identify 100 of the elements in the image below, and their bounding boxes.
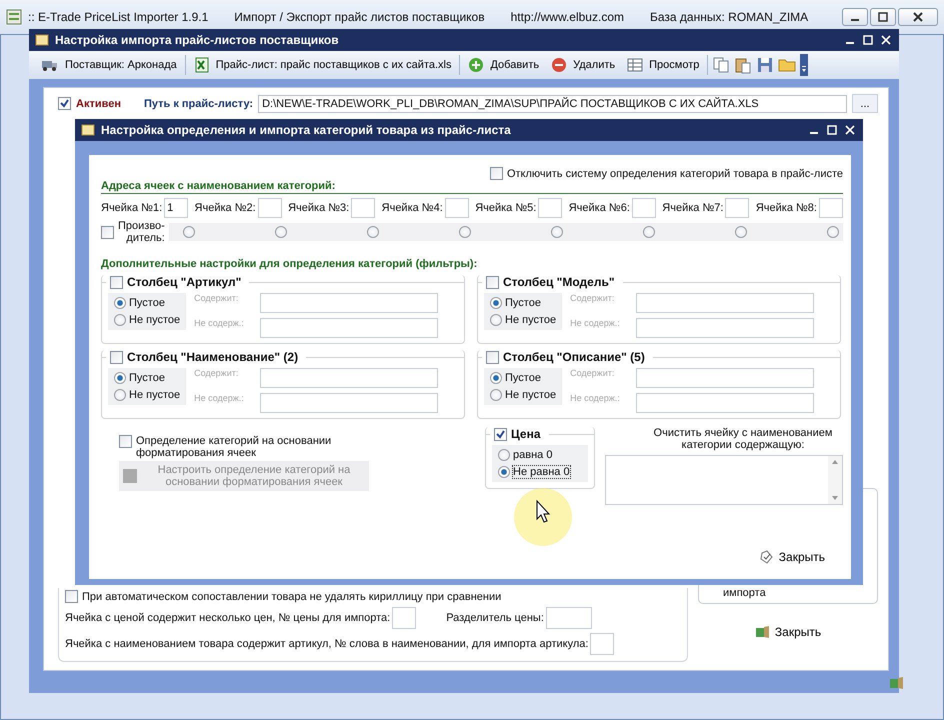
checkbox[interactable]	[110, 276, 123, 288]
input-field[interactable]	[636, 318, 814, 338]
overflow-icon[interactable]	[800, 54, 808, 76]
radio-button[interactable]	[114, 314, 126, 326]
input-field[interactable]	[392, 607, 416, 629]
radio-button[interactable]	[498, 449, 510, 461]
close-button[interactable]: Закрыть	[750, 622, 826, 642]
radio-button[interactable]	[490, 297, 502, 309]
input-field[interactable]	[636, 293, 814, 313]
field-label: Ячейка №2:	[194, 202, 256, 214]
section-heading: Адреса ячеек с наименованием категорий:	[101, 180, 843, 194]
scroll-up-icon[interactable]	[831, 459, 839, 465]
radio-button[interactable]	[550, 226, 563, 238]
radio-button[interactable]	[826, 226, 839, 238]
paste-icon[interactable]	[734, 56, 752, 74]
checkbox[interactable]	[494, 428, 507, 440]
toolbar-button[interactable]: Удалить	[547, 55, 620, 75]
checkbox-label: Произво- дитель:	[118, 220, 165, 244]
text-area[interactable]	[605, 455, 843, 505]
radio-label: Не пустое	[129, 314, 180, 326]
radio-button[interactable]	[734, 226, 747, 238]
toolbar-button[interactable]: Просмотр	[623, 55, 704, 75]
checkbox[interactable]	[110, 350, 123, 364]
field-label: Ячейка с ценой содержит несколько цен, № цены для импорта:	[65, 612, 390, 624]
input-field[interactable]	[725, 198, 750, 218]
toolbar-button[interactable]: Поставщик: Арконада	[37, 56, 181, 74]
close-icon[interactable]	[845, 125, 855, 135]
radio-button[interactable]	[490, 389, 502, 401]
maximize-icon	[878, 12, 888, 22]
option-text: импорта	[723, 587, 766, 599]
radio-button[interactable]	[366, 226, 379, 238]
radio-button[interactable]	[182, 226, 195, 238]
toolbar-button[interactable]: Добавить	[464, 55, 544, 75]
section-heading: Дополнительные настройки для определения категорий (фильтры):	[101, 258, 478, 271]
close-icon	[913, 12, 923, 22]
window-title: :: E-Trade PriceList Importer 1.9.1	[28, 10, 208, 24]
input-field[interactable]	[538, 198, 562, 218]
input-field[interactable]	[260, 393, 438, 413]
input-field[interactable]	[636, 368, 814, 388]
input-field[interactable]	[260, 293, 438, 313]
field-label: Ячейка №1:	[101, 202, 162, 214]
group-title: Столбец "Артикул"	[127, 275, 242, 289]
copy-icon[interactable]	[712, 56, 730, 74]
field-label: Ячейка №6:	[568, 202, 630, 214]
radio-button[interactable]	[114, 372, 126, 384]
minimize-icon	[851, 19, 859, 21]
radio-button[interactable]	[274, 226, 287, 238]
close-icon[interactable]	[881, 35, 891, 45]
checkbox[interactable]	[490, 167, 503, 180]
close-button[interactable]: Закрыть	[754, 547, 829, 567]
scroll-down-icon[interactable]	[831, 495, 839, 501]
input-field[interactable]	[632, 198, 656, 218]
input-field[interactable]	[258, 198, 282, 218]
checkbox[interactable]	[119, 435, 132, 448]
checkbox[interactable]	[58, 97, 71, 110]
toolbar-button[interactable]: Прайс-лист: прайс поставщиков с их сайта.xls	[190, 55, 456, 75]
radio-label: Не пустое	[505, 389, 556, 401]
input-field[interactable]	[636, 393, 814, 413]
input-field[interactable]	[590, 633, 614, 655]
radio-button[interactable]	[114, 389, 126, 401]
minimize-button[interactable]	[842, 8, 868, 26]
scrollbar[interactable]	[828, 456, 842, 504]
radio-button[interactable]	[458, 226, 471, 238]
input-field[interactable]	[444, 198, 469, 218]
browse-button[interactable]: ...	[852, 94, 878, 113]
group-title: Столбец "Наименование" (2)	[127, 350, 298, 364]
radio-button[interactable]	[490, 314, 502, 326]
cursor-highlight-drawing	[513, 487, 573, 547]
maximize-button[interactable]	[870, 8, 896, 26]
radio-button[interactable]	[490, 372, 502, 384]
checkbox[interactable]	[486, 276, 499, 288]
input-field[interactable]	[351, 198, 376, 218]
exit-icon	[754, 624, 771, 640]
field-label: Не содерж.:	[570, 393, 621, 403]
field-label: Не содерж.:	[194, 318, 245, 328]
input-field[interactable]	[260, 318, 438, 338]
radio-label: Не равна 0	[513, 466, 570, 478]
checkbox[interactable]	[65, 590, 78, 603]
path-field[interactable]: D:\NEW\E-TRADE\WORK_PLI_DB\ROMAN_ZIMA\SUP\ПРАЙС ПОСТАВЩИКОВ С ИХ САЙТА.XLS	[258, 94, 847, 112]
radio-button[interactable]	[114, 297, 126, 309]
checkbox[interactable]	[486, 350, 499, 364]
field-label: Содержит:	[570, 368, 616, 378]
tag-icon	[758, 549, 775, 565]
input-field[interactable]	[818, 198, 843, 218]
close-button[interactable]	[898, 8, 938, 26]
input-field[interactable]	[260, 368, 438, 388]
save-icon[interactable]	[756, 56, 774, 74]
checkbox-label: При автоматическом сопоставлении товара не удалять кириллицу при сравнении	[82, 590, 502, 602]
checkbox[interactable]	[101, 226, 114, 238]
maximize-icon[interactable]	[863, 35, 873, 45]
checkbox-label: Активен	[76, 98, 121, 110]
radio-button[interactable]	[642, 226, 655, 238]
input-field[interactable]: 1	[164, 198, 188, 218]
radio-label: Пустое	[505, 297, 541, 309]
maximize-icon[interactable]	[827, 125, 837, 135]
radio-button[interactable]	[498, 466, 510, 478]
table-icon	[627, 57, 644, 73]
field-label: Содержит:	[194, 293, 240, 303]
input-field[interactable]	[546, 607, 592, 629]
window-icon	[35, 33, 49, 47]
